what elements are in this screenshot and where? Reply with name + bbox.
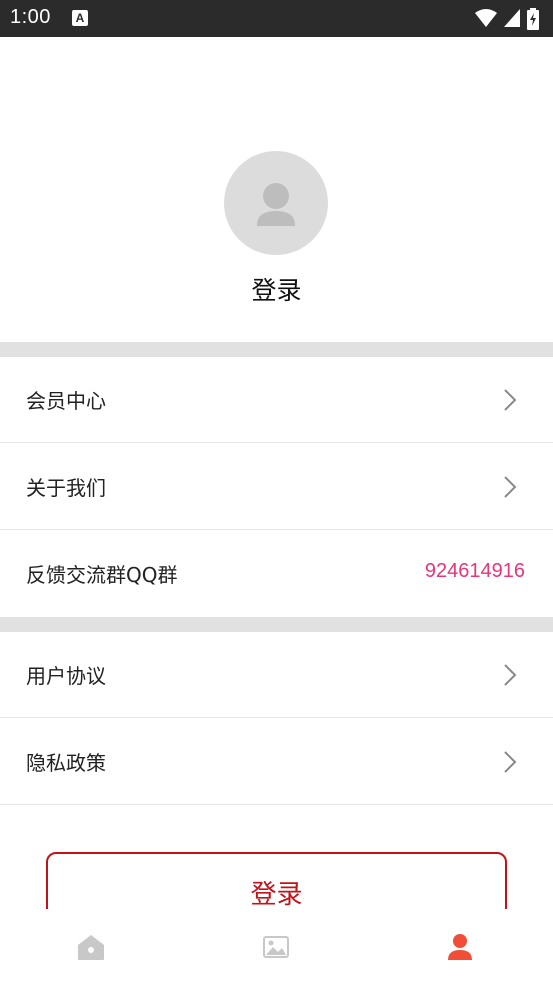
menu-item-label: 反馈交流群QQ群 <box>26 563 178 587</box>
chevron-right-icon <box>504 476 517 498</box>
avatar[interactable] <box>224 151 328 255</box>
battery-charging-icon <box>527 8 539 30</box>
section-divider <box>0 617 553 632</box>
menu-item-label: 会员中心 <box>26 389 106 413</box>
status-time: 1:00 <box>10 6 51 28</box>
qq-group-number[interactable]: 924614916 <box>425 560 525 583</box>
chevron-right-icon <box>504 751 517 773</box>
image-icon <box>263 936 289 958</box>
login-button-label: 登录 <box>250 880 303 910</box>
menu-item-member-center[interactable]: 会员中心 <box>0 357 553 443</box>
chevron-right-icon <box>504 389 517 411</box>
login-title[interactable]: 登录 <box>0 271 553 307</box>
home-icon <box>78 935 104 960</box>
status-indicators <box>469 8 539 30</box>
person-icon <box>257 183 295 226</box>
person-icon <box>448 934 472 960</box>
menu-item-feedback-qq-group[interactable]: 反馈交流群QQ群 924614916 <box>0 531 553 617</box>
tab-profile[interactable] <box>444 931 476 963</box>
section-divider <box>0 342 553 357</box>
menu-item-user-agreement[interactable]: 用户协议 <box>0 632 553 718</box>
menu-item-privacy-policy[interactable]: 隐私政策 <box>0 719 553 805</box>
menu-item-about-us[interactable]: 关于我们 <box>0 444 553 530</box>
menu-item-label: 关于我们 <box>26 476 106 500</box>
tab-home[interactable] <box>75 931 107 963</box>
signal-icon <box>504 9 520 27</box>
menu-item-label: 隐私政策 <box>26 751 106 775</box>
tab-images[interactable] <box>260 931 292 963</box>
chevron-right-icon <box>504 664 517 686</box>
profile-header: 登录 <box>0 37 553 342</box>
menu-item-label: 用户协议 <box>26 664 106 688</box>
a-letter-icon: A <box>72 10 88 26</box>
bottom-tab-bar <box>0 909 553 983</box>
wifi-icon <box>475 9 497 27</box>
status-bar: 1:00 A <box>0 0 553 37</box>
